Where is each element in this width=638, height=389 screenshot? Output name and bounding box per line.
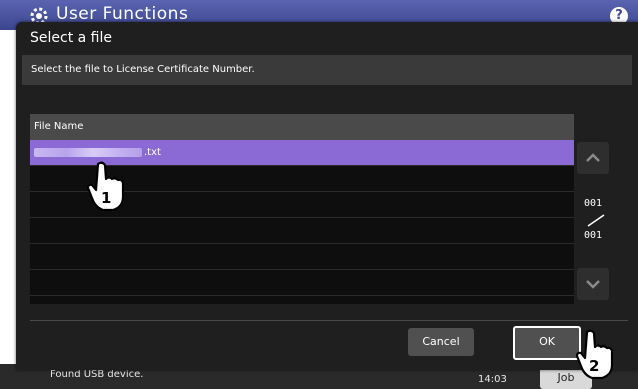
divider — [30, 320, 628, 321]
dialog-title: Select a file — [30, 30, 112, 46]
cancel-button[interactable]: Cancel — [408, 328, 474, 356]
step-number: 2 — [589, 357, 599, 375]
scroll-up-button[interactable] — [577, 142, 609, 174]
step-number: 1 — [101, 189, 111, 207]
app-title: User Functions — [56, 4, 189, 24]
dialog-message: Select the file to License Certificate N… — [31, 64, 255, 75]
file-row-empty — [30, 270, 574, 296]
chevron-down-icon — [586, 280, 600, 289]
pointer-hand-icon: 2 — [575, 329, 614, 380]
ok-button[interactable]: OK — [513, 326, 581, 360]
redacted-filename — [34, 147, 142, 157]
page-current: 001 — [584, 198, 603, 209]
file-name: .txt — [144, 147, 161, 158]
message-band: Select the file to License Certificate N… — [22, 55, 632, 85]
chevron-up-icon — [586, 153, 600, 162]
column-header-file-name: File Name — [30, 114, 574, 140]
scroll-down-button[interactable] — [577, 268, 609, 300]
file-row-empty — [30, 218, 574, 244]
file-row-empty — [30, 244, 574, 270]
page-total: 001 — [584, 230, 603, 241]
pointer-hand-icon: 1 — [86, 161, 125, 212]
status-time: 14:03 — [478, 374, 507, 385]
status-message: Found USB device. — [50, 369, 144, 380]
page-separator — [587, 214, 605, 227]
